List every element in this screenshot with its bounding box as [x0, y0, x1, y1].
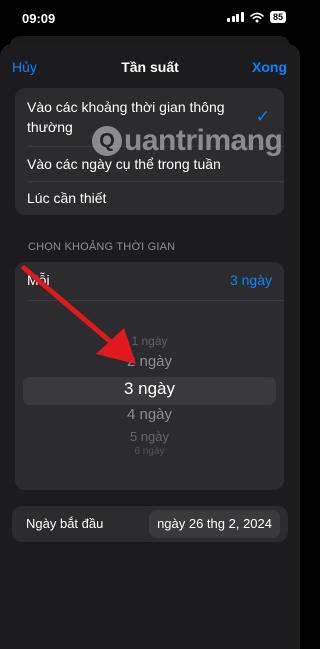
checkmark-icon: ✓: [255, 107, 270, 126]
option-label: Lúc cần thiết: [27, 190, 107, 206]
nav-bar: Hủy Tần suất Xong: [0, 44, 300, 88]
picker-item[interactable]: 5 ngày: [15, 429, 284, 444]
wifi-icon: [250, 12, 264, 22]
picker-item[interactable]: 4 ngày: [15, 406, 284, 423]
option-label: Vào các khoảng thời gian thông thường: [27, 99, 225, 135]
done-button[interactable]: Xong: [252, 59, 287, 75]
battery-icon: 85: [269, 11, 286, 23]
option-as-needed[interactable]: Lúc cần thiết: [15, 181, 284, 215]
frequency-options: Vào các khoảng thời gian thông thường ✓ …: [15, 88, 284, 215]
divider: [27, 300, 284, 301]
start-date-button[interactable]: ngày 26 thg 2, 2024: [149, 510, 280, 538]
interval-label: Mỗi: [27, 272, 50, 288]
picker-item[interactable]: 6 ngày: [15, 446, 284, 457]
status-time: 09:09: [22, 11, 56, 26]
section-header: CHỌN KHOẢNG THỜI GIAN: [28, 241, 176, 253]
frequency-sheet: Hủy Tần suất Xong Vào các khoảng thời gi…: [0, 44, 300, 649]
start-date-label: Ngày bắt đầu: [26, 516, 104, 531]
start-date-row: Ngày bắt đầu ngày 26 thg 2, 2024: [12, 506, 288, 542]
signal-icon: [227, 12, 244, 22]
status-icons: 85: [227, 11, 286, 23]
option-label: Vào các ngày cụ thể trong tuần: [27, 155, 221, 172]
picker-item[interactable]: 2 ngày: [15, 353, 284, 370]
option-regular-intervals[interactable]: Vào các khoảng thời gian thông thường ✓: [15, 88, 284, 146]
status-bar: 09:09 85: [0, 0, 300, 36]
picker-item-selected[interactable]: 3 ngày: [15, 379, 284, 399]
picker-item[interactable]: 1 ngày: [15, 334, 284, 348]
option-specific-days[interactable]: Vào các ngày cụ thể trong tuần: [15, 146, 284, 181]
interval-row[interactable]: Mỗi 3 ngày: [15, 262, 284, 300]
interval-value: 3 ngày: [229, 272, 272, 288]
interval-card: Mỗi 3 ngày 1 ngày 2 ngày 3 ngày 4 ngày 5…: [15, 262, 284, 490]
